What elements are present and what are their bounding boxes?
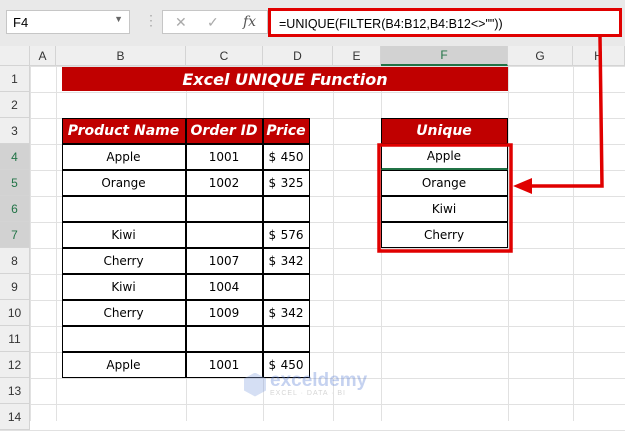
gridline [0, 92, 625, 93]
row-header-6[interactable]: 6 [0, 196, 30, 222]
column-header-H[interactable]: H [573, 46, 625, 66]
currency-symbol: $ [268, 149, 277, 164]
row-header-5[interactable]: 5 [0, 170, 30, 196]
column-header-F[interactable]: F [381, 46, 508, 66]
row-header-13[interactable]: 13 [0, 378, 30, 404]
title-banner: Excel UNIQUE Function [62, 67, 508, 91]
column-header-D[interactable]: D [263, 46, 333, 66]
order-id-cell[interactable]: 1001 [185, 143, 263, 170]
insert-function-icon[interactable]: fx [243, 14, 256, 30]
chevron-down-icon[interactable]: ▼ [114, 14, 123, 24]
row-header-10[interactable]: 10 [0, 300, 30, 326]
order-id-cell[interactable]: 1004 [185, 273, 263, 300]
price-value: 342 [280, 305, 304, 320]
enter-icon[interactable]: ✓ [207, 14, 219, 31]
product-name-cell[interactable]: Cherry [61, 299, 186, 326]
row-header-14[interactable]: 14 [0, 404, 30, 430]
price-cell[interactable]: $325 [262, 169, 310, 196]
product-name-cell[interactable]: Kiwi [61, 221, 186, 248]
gridline [30, 46, 31, 421]
product-name-cell[interactable]: Cherry [61, 247, 186, 274]
product-name-cell[interactable] [61, 325, 186, 352]
currency-symbol: $ [268, 253, 277, 268]
product-name-cell[interactable]: Apple [61, 351, 186, 378]
column-header-E[interactable]: E [333, 46, 381, 66]
price-value: 576 [280, 227, 304, 242]
gridline [508, 46, 509, 421]
product-name-cell[interactable] [61, 195, 186, 222]
unique-value-cell[interactable]: Cherry [380, 221, 508, 248]
row-header-7[interactable]: 7 [0, 222, 30, 248]
price-cell[interactable]: $450 [262, 143, 310, 170]
order-id-cell[interactable] [185, 221, 263, 248]
unique-value-cell[interactable]: Kiwi [380, 195, 508, 222]
row-header-1[interactable]: 1 [0, 66, 30, 92]
price-cell[interactable] [262, 273, 310, 300]
order-id-cell[interactable]: 1009 [185, 299, 263, 326]
row-header-9[interactable]: 9 [0, 274, 30, 300]
table-header: Order ID [185, 117, 263, 144]
row-header-2[interactable]: 2 [0, 92, 30, 118]
select-all-corner[interactable] [0, 46, 30, 66]
column-header-C[interactable]: C [186, 46, 263, 66]
price-cell[interactable]: $342 [262, 299, 310, 326]
unique-header: Unique [380, 117, 508, 144]
formula-bar-area: F4 ▼ ⋮ ✕ ✓ fx =UNIQUE(FILTER(B4:B12,B4:B1… [0, 0, 625, 46]
product-name-cell[interactable]: Apple [61, 143, 186, 170]
order-id-cell[interactable] [185, 195, 263, 222]
order-id-cell[interactable]: 1002 [185, 169, 263, 196]
gridline [56, 46, 57, 421]
price-value: 450 [280, 149, 304, 164]
price-cell[interactable]: $576 [262, 221, 310, 248]
unique-value-cell[interactable]: Orange [380, 169, 508, 196]
column-header-A[interactable]: A [30, 46, 56, 66]
price-cell[interactable] [262, 325, 310, 352]
column-header-G[interactable]: G [508, 46, 573, 66]
price-value: 342 [280, 253, 304, 268]
product-name-cell[interactable]: Orange [61, 169, 186, 196]
row-header-4[interactable]: 4 [0, 144, 30, 170]
row-header-3[interactable]: 3 [0, 118, 30, 144]
watermark-logo: exceldemy EXCEL · DATA · BI [244, 371, 367, 397]
row-header-11[interactable]: 11 [0, 326, 30, 352]
order-id-cell[interactable] [185, 325, 263, 352]
table-header: Price [262, 117, 310, 144]
gridline [0, 404, 625, 405]
name-box[interactable]: F4 ▼ [6, 10, 130, 34]
formula-buttons: ✕ ✓ fx [162, 10, 268, 34]
column-header-B[interactable]: B [56, 46, 186, 66]
order-id-cell[interactable]: 1007 [185, 247, 263, 274]
unique-value-cell[interactable]: Apple [380, 143, 508, 170]
gridline [573, 46, 574, 421]
gridline [333, 46, 334, 421]
currency-symbol: $ [268, 175, 277, 190]
price-cell[interactable] [262, 195, 310, 222]
price-cell[interactable]: $342 [262, 247, 310, 274]
currency-symbol: $ [268, 305, 277, 320]
currency-symbol: $ [268, 227, 277, 242]
product-name-cell[interactable]: Kiwi [61, 273, 186, 300]
price-value: 325 [280, 175, 304, 190]
table-header: Product Name [61, 117, 186, 144]
arrow-head-icon [513, 178, 532, 194]
drag-handle-icon: ⋮ [144, 12, 158, 28]
cancel-icon[interactable]: ✕ [175, 14, 187, 31]
row-header-8[interactable]: 8 [0, 248, 30, 274]
name-box-value: F4 [13, 15, 29, 30]
row-header-12[interactable]: 12 [0, 352, 30, 378]
formula-input[interactable]: =UNIQUE(FILTER(B4:B12,B4:B12<>"")) [268, 8, 622, 37]
